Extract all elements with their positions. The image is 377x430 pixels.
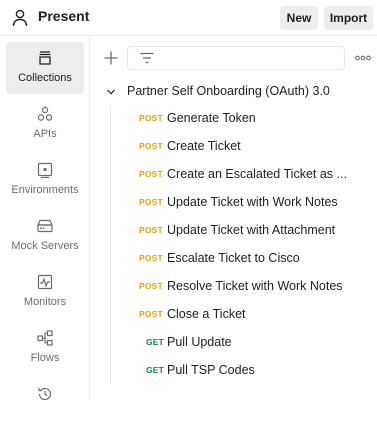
request-name: Update Ticket with Work Notes <box>167 195 338 209</box>
request-name: Create Ticket <box>167 139 241 153</box>
more-options-icon[interactable] <box>355 55 371 61</box>
workspace-header: Present New Import <box>0 0 377 36</box>
request-item[interactable]: POST Update Ticket with Work Notes <box>118 193 368 215</box>
sidebar-item-label: Monitors <box>23 296 67 308</box>
add-collection-button[interactable] <box>103 50 119 66</box>
sidebar-item-label: Mock Servers <box>11 240 79 252</box>
method-badge: POST <box>139 197 163 207</box>
method-badge: POST <box>139 113 163 123</box>
request-item[interactable]: POST Create Ticket <box>118 137 368 159</box>
request-name: Escalate Ticket to Cisco <box>167 251 300 265</box>
request-name: Close a Ticket <box>167 307 246 321</box>
mock-servers-icon <box>37 219 53 233</box>
request-item[interactable]: POST Generate Token <box>118 109 368 131</box>
method-badge: POST <box>139 281 163 291</box>
request-item[interactable]: GET Pull Update <box>118 333 368 355</box>
chevron-down-icon[interactable] <box>106 87 116 97</box>
request-item[interactable]: POST Resolve Ticket with Work Notes <box>118 277 368 299</box>
collection-item[interactable]: Partner Self Onboarding (OAuth) 3.0 <box>102 82 372 102</box>
method-badge: GET <box>146 337 165 347</box>
request-item[interactable]: POST Close a Ticket <box>118 305 368 327</box>
request-name: Generate Token <box>167 111 256 125</box>
sidebar: Collections APIs Environments Mock Serve… <box>0 36 90 401</box>
method-badge: POST <box>139 309 163 319</box>
request-item[interactable]: POST Create an Escalated Ticket as ... <box>118 165 368 187</box>
apis-icon <box>37 106 53 121</box>
method-badge: POST <box>139 169 163 179</box>
sidebar-item-label: Collections <box>18 72 72 84</box>
monitors-icon <box>37 274 53 290</box>
sidebar-item-history[interactable] <box>6 378 84 430</box>
request-item[interactable]: POST Update Ticket with Attachment <box>118 221 368 243</box>
sidebar-item-mock-servers[interactable]: Mock Servers <box>6 210 84 262</box>
collection-name: Partner Self Onboarding (OAuth) 3.0 <box>127 84 330 98</box>
import-button[interactable]: Import <box>324 6 373 30</box>
tree-guide-line <box>110 106 111 384</box>
method-badge: POST <box>139 225 163 235</box>
workspace-title[interactable]: Present <box>38 8 89 24</box>
request-name: Create an Escalated Ticket as ... <box>167 167 347 181</box>
request-name: Update Ticket with Attachment <box>167 223 336 237</box>
request-name: Resolve Ticket with Work Notes <box>167 279 343 293</box>
method-badge: POST <box>139 141 163 151</box>
request-name: Pull Update <box>167 335 232 349</box>
filter-input[interactable] <box>127 46 345 70</box>
method-badge: POST <box>139 253 163 263</box>
sidebar-item-environments[interactable]: Environments <box>6 154 84 206</box>
sidebar-item-collections[interactable]: Collections <box>6 42 84 94</box>
sidebar-item-label: Flows <box>30 352 60 364</box>
environments-icon <box>37 162 53 178</box>
sidebar-item-label: Environments <box>11 184 79 196</box>
sidebar-item-monitors[interactable]: Monitors <box>6 266 84 318</box>
collections-icon <box>39 51 51 65</box>
new-button[interactable]: New <box>280 6 318 30</box>
sidebar-item-apis[interactable]: APIs <box>6 98 84 150</box>
user-icon <box>12 9 28 27</box>
request-name: Pull TSP Codes <box>167 363 255 377</box>
request-item[interactable]: GET Pull TSP Codes <box>118 361 368 383</box>
request-item[interactable]: POST Escalate Ticket to Cisco <box>118 249 368 271</box>
filter-icon <box>140 52 154 64</box>
sidebar-item-label: APIs <box>33 128 57 140</box>
flows-icon <box>37 330 53 346</box>
method-badge: GET <box>146 365 165 375</box>
sidebar-item-flows[interactable]: Flows <box>6 322 84 374</box>
